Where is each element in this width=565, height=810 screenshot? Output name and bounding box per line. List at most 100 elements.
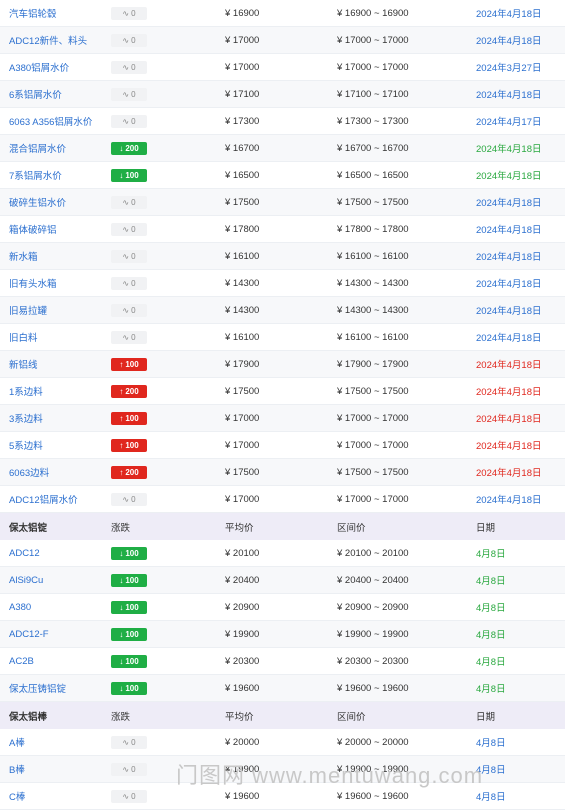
update-date: 2024年4月18日 xyxy=(476,225,542,236)
header-date: 日期 xyxy=(476,522,496,534)
change-badge: ↑ 100 xyxy=(111,411,147,425)
price-range: ¥ 17000 ~ 17000 xyxy=(337,439,409,451)
material-link[interactable]: A380铝屑水价 xyxy=(0,60,111,74)
change-badge: ↑ 200 xyxy=(111,384,147,398)
change-value: 0 xyxy=(131,764,136,774)
material-link[interactable]: ADC12 xyxy=(0,548,111,559)
change-value: 100 xyxy=(125,575,139,585)
change-badge: ↑ 100 xyxy=(111,438,147,452)
table-row: A380铝屑水价 ∿ 0 ¥ 17000 ¥ 17000 ~ 17000 2024年3月2… xyxy=(0,54,565,81)
avg-price: ¥ 17100 xyxy=(225,88,260,100)
avg-price: ¥ 14300 xyxy=(225,277,260,289)
change-value: 100 xyxy=(125,656,139,666)
material-link[interactable]: 箱体破碎铝 xyxy=(0,222,111,236)
arrow-up-icon: ↑ xyxy=(119,359,124,369)
material-link[interactable]: A棒 xyxy=(0,735,111,749)
table-row: 旧易拉罐 ∿ 0 ¥ 14300 ¥ 14300 ~ 14300 2024年4月18日 xyxy=(0,297,565,324)
change-value: 0 xyxy=(131,8,136,18)
update-date: 4月8日 xyxy=(476,576,506,587)
material-link[interactable]: 6系铝屑水价 xyxy=(0,87,111,101)
avg-price: ¥ 16100 xyxy=(225,331,260,343)
material-link[interactable]: C棒 xyxy=(0,789,111,803)
material-link[interactable]: 破碎生铝水价 xyxy=(0,195,111,209)
price-range: ¥ 20900 ~ 20900 xyxy=(337,601,409,613)
update-date: 2024年4月18日 xyxy=(476,36,542,47)
change-badge: ∿ 0 xyxy=(111,276,147,290)
price-range: ¥ 17000 ~ 17000 xyxy=(337,34,409,46)
avg-price: ¥ 17500 xyxy=(225,196,260,208)
price-range: ¥ 16900 ~ 16900 xyxy=(337,7,409,19)
table-row: 6063 A356铝屑水价 ∿ 0 ¥ 17300 ¥ 17300 ~ 17300 202… xyxy=(0,108,565,135)
flat-trend-icon: ∿ xyxy=(122,62,130,72)
material-link[interactable]: 旧易拉罐 xyxy=(0,303,111,317)
material-link[interactable]: 3系边料 xyxy=(0,411,111,425)
update-date: 2024年4月18日 xyxy=(476,90,542,101)
change-badge: ∿ 0 xyxy=(111,87,147,101)
table-row: C棒 ∿ 0 ¥ 19600 ¥ 19600 ~ 19600 4月8日 xyxy=(0,783,565,810)
material-link[interactable]: 汽车铝轮毂 xyxy=(0,6,111,20)
update-date: 2024年4月18日 xyxy=(476,9,542,20)
avg-price: ¥ 16700 xyxy=(225,142,260,154)
change-value: 200 xyxy=(125,386,139,396)
update-date: 2024年4月18日 xyxy=(476,171,542,182)
material-link[interactable]: ADC12新件、料头 xyxy=(0,33,111,47)
price-range: ¥ 16100 ~ 16100 xyxy=(337,250,409,262)
price-range: ¥ 17000 ~ 17000 xyxy=(337,412,409,424)
material-link[interactable]: 1系边料 xyxy=(0,384,111,398)
material-link[interactable]: 7系铝屑水价 xyxy=(0,168,111,182)
update-date: 2024年3月27日 xyxy=(476,63,542,74)
price-range: ¥ 17000 ~ 17000 xyxy=(337,493,409,505)
change-badge: ∿ 0 xyxy=(111,6,147,20)
arrow-up-icon: ↑ xyxy=(119,467,124,477)
avg-price: ¥ 20900 xyxy=(225,601,260,613)
table-row: AlSi9Cu ↓ 100 ¥ 20400 ¥ 20400 ~ 20400 4月8日 xyxy=(0,567,565,594)
material-link[interactable]: AC2B xyxy=(0,656,111,667)
material-link[interactable]: ADC12-F xyxy=(0,629,111,640)
material-link[interactable]: AlSi9Cu xyxy=(0,575,111,586)
change-badge: ↓ 100 xyxy=(111,168,147,182)
price-range: ¥ 17100 ~ 17100 xyxy=(337,88,409,100)
update-date: 4月8日 xyxy=(476,792,506,803)
material-link[interactable]: B棒 xyxy=(0,762,111,776)
material-link[interactable]: 旧有头水箱 xyxy=(0,276,111,290)
avg-price: ¥ 16500 xyxy=(225,169,260,181)
change-badge: ∿ 0 xyxy=(111,762,147,776)
material-link[interactable]: A380 xyxy=(0,602,111,613)
change-value: 100 xyxy=(125,602,139,612)
flat-trend-icon: ∿ xyxy=(122,35,130,45)
header-avg: 平均价 xyxy=(225,711,254,723)
price-range: ¥ 17900 ~ 17900 xyxy=(337,358,409,370)
change-badge: ↓ 100 xyxy=(111,654,147,668)
update-date: 4月8日 xyxy=(476,549,506,560)
material-link[interactable]: 旧白料 xyxy=(0,330,111,344)
price-range: ¥ 19900 ~ 19900 xyxy=(337,763,409,775)
material-link[interactable]: ADC12铝屑水价 xyxy=(0,492,111,506)
table-row: 保太压铸铝锭 ↓ 100 ¥ 19600 ¥ 19600 ~ 19600 4月8日 xyxy=(0,675,565,702)
change-badge: ↓ 100 xyxy=(111,573,147,587)
change-value: 200 xyxy=(125,467,139,477)
material-link[interactable]: 混合铝屑水价 xyxy=(0,141,111,155)
material-link[interactable]: 6063 A356铝屑水价 xyxy=(0,114,111,128)
section-aluminum-scrap: 汽车铝轮毂 ∿ 0 ¥ 16900 ¥ 16900 ~ 16900 2024年4月18日 A… xyxy=(0,0,565,513)
header-range: 区间价 xyxy=(337,522,366,534)
avg-price: ¥ 17500 xyxy=(225,385,260,397)
update-date: 4月8日 xyxy=(476,657,506,668)
material-link[interactable]: 6063边料 xyxy=(0,465,111,479)
section-rod: A棒 ∿ 0 ¥ 20000 ¥ 20000 ~ 20000 4月8日 B棒 ∿ 0 ¥ 1990… xyxy=(0,729,565,810)
price-range: ¥ 17500 ~ 17500 xyxy=(337,196,409,208)
avg-price: ¥ 17000 xyxy=(225,34,260,46)
change-value: 100 xyxy=(125,629,139,639)
arrow-up-icon: ↑ xyxy=(119,440,124,450)
material-link[interactable]: 5系边料 xyxy=(0,438,111,452)
table-row: ADC12 ↓ 100 ¥ 20100 ¥ 20100 ~ 20100 4月8日 xyxy=(0,540,565,567)
update-date: 2024年4月18日 xyxy=(476,306,542,317)
update-date: 4月8日 xyxy=(476,738,506,749)
material-link[interactable]: 保太压铸铝锭 xyxy=(0,681,111,695)
price-range: ¥ 17300 ~ 17300 xyxy=(337,115,409,127)
change-badge: ↓ 100 xyxy=(111,546,147,560)
price-range: ¥ 14300 ~ 14300 xyxy=(337,277,409,289)
material-link[interactable]: 新水箱 xyxy=(0,249,111,263)
material-link[interactable]: 新铝线 xyxy=(0,357,111,371)
table-row: ADC12-F ↓ 100 ¥ 19900 ¥ 19900 ~ 19900 4月8日 xyxy=(0,621,565,648)
price-range: ¥ 17800 ~ 17800 xyxy=(337,223,409,235)
